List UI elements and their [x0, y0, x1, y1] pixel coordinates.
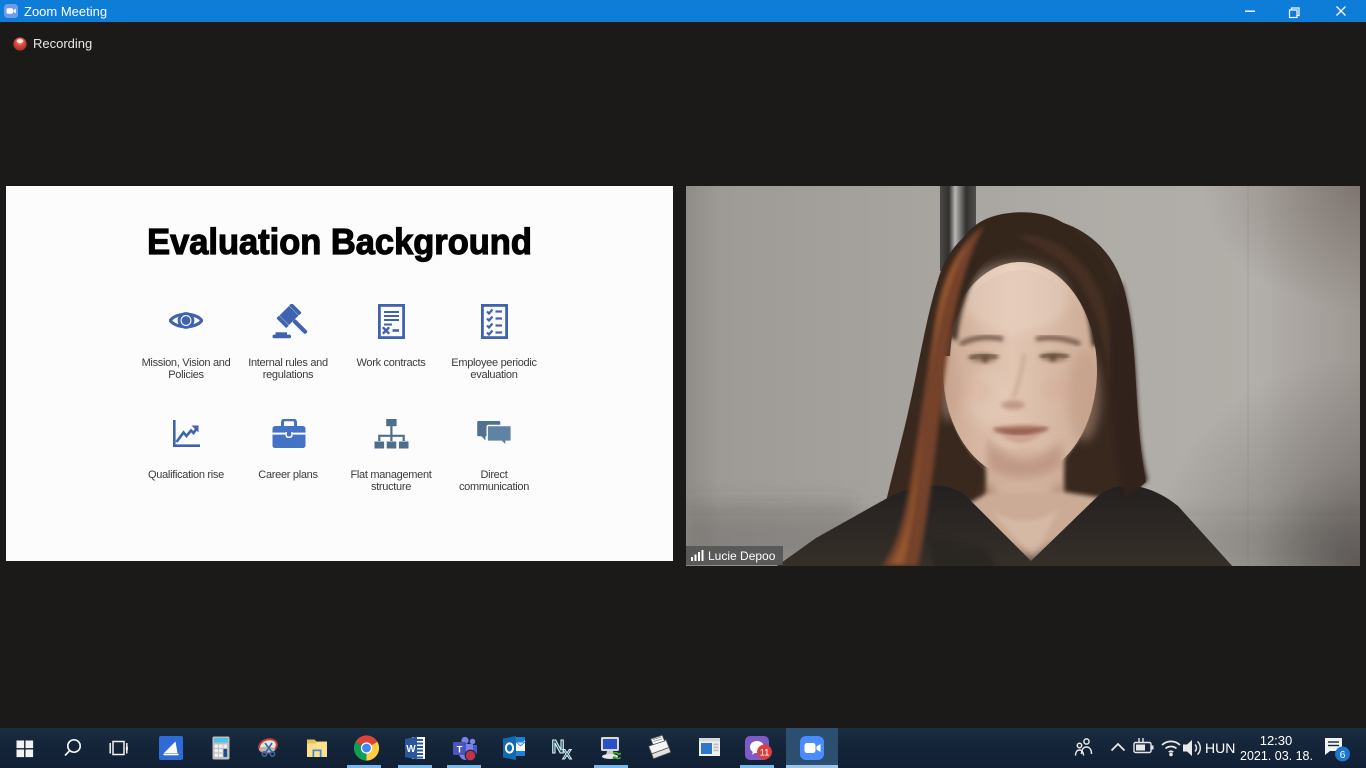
svg-text:W: W — [406, 744, 416, 755]
svg-text:T: T — [457, 745, 463, 756]
svg-text:11: 11 — [760, 748, 770, 759]
svg-text:X: X — [562, 746, 572, 762]
svg-text:6: 6 — [1340, 749, 1346, 761]
